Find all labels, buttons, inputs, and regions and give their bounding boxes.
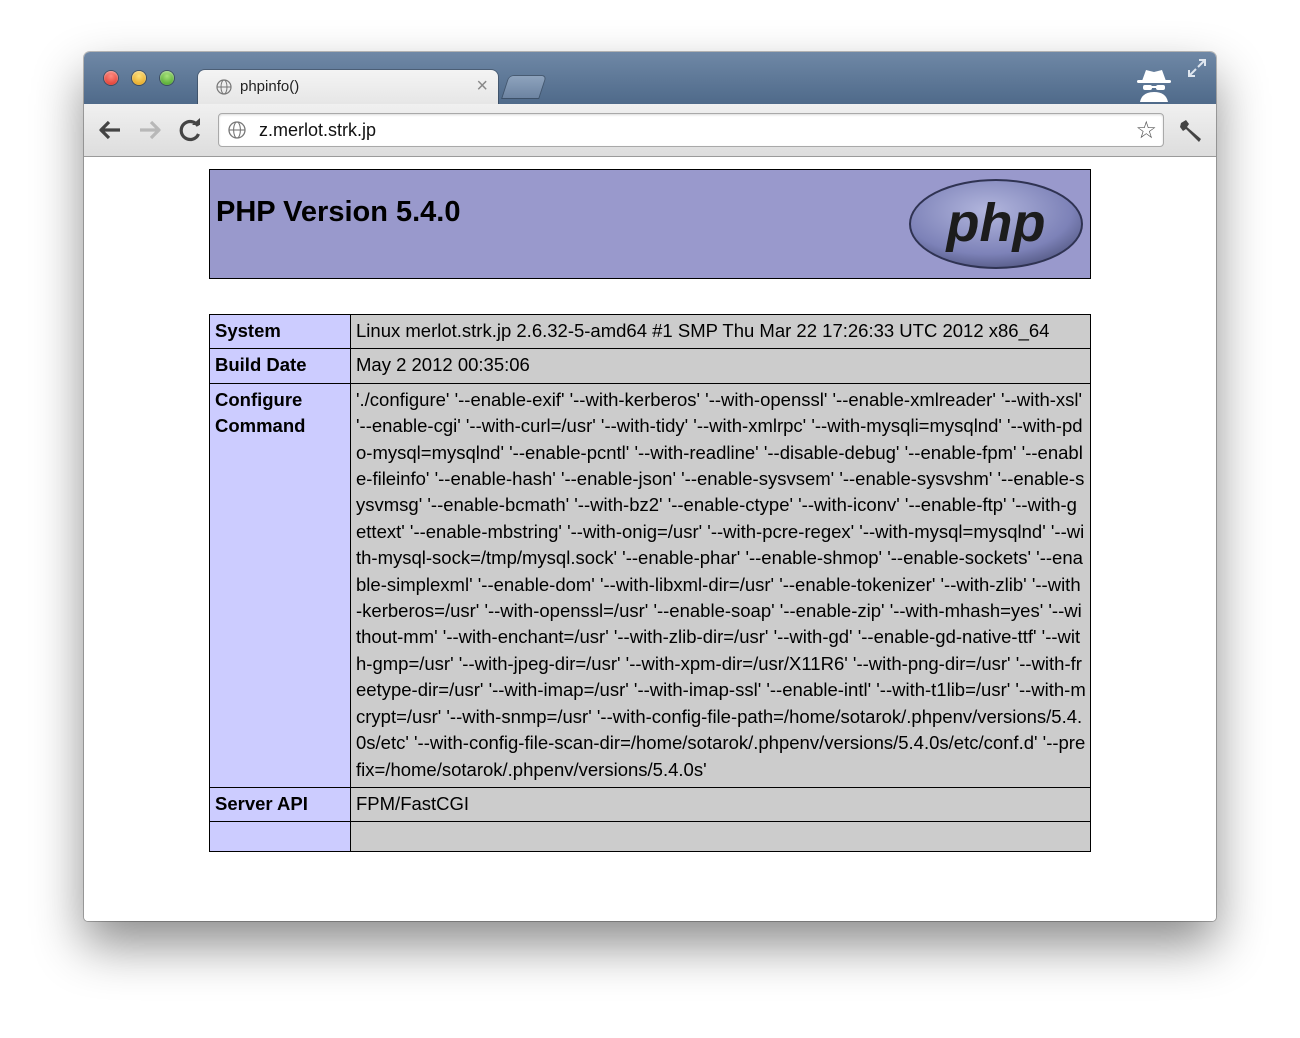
row-label: Server API [209, 786, 351, 823]
tab-phpinfo[interactable]: phpinfo() × [198, 70, 498, 104]
table-row: Configure Command './configure' '--enabl… [209, 382, 1091, 788]
globe-icon [228, 121, 246, 139]
back-button[interactable] [96, 116, 124, 144]
incognito-icon [1137, 70, 1171, 102]
bookmark-star-icon[interactable]: ☆ [1135, 116, 1157, 145]
tab-title: phpinfo() [240, 78, 300, 95]
table-row [209, 821, 1091, 853]
forward-button[interactable] [136, 116, 164, 144]
row-label: System [209, 313, 351, 350]
row-value: './configure' '--enable-exif' '--with-ke… [350, 382, 1091, 788]
php-logo: php [909, 179, 1083, 269]
table-row: Build Date May 2 2012 00:35:06 [209, 348, 1091, 384]
address-bar[interactable]: z.merlot.strk.jp ☆ [218, 113, 1164, 147]
row-label [209, 821, 351, 853]
title-bar: phpinfo() × [84, 52, 1216, 104]
row-value: Linux merlot.strk.jp 2.6.32-5-amd64 #1 S… [350, 313, 1091, 350]
url-text[interactable]: z.merlot.strk.jp [259, 120, 376, 141]
table-row: Server API FPM/FastCGI [209, 786, 1091, 823]
page-content: PHP Version 5.4.0 php System Linux merlo… [84, 157, 1216, 921]
wrench-icon[interactable] [1178, 118, 1204, 144]
row-value: FPM/FastCGI [350, 786, 1091, 823]
tab-close-icon[interactable]: × [476, 75, 488, 98]
table-row: System Linux merlot.strk.jp 2.6.32-5-amd… [209, 313, 1091, 350]
minimize-window-button[interactable] [132, 71, 146, 85]
globe-icon [216, 79, 232, 95]
row-value [350, 821, 1091, 853]
new-tab-button[interactable] [502, 76, 546, 98]
row-label: Configure Command [209, 382, 351, 788]
info-table: System Linux merlot.strk.jp 2.6.32-5-amd… [209, 313, 1091, 853]
zoom-window-button[interactable] [160, 71, 174, 85]
row-label: Build Date [209, 348, 351, 384]
browser-window: phpinfo() × z.merlot.strk.jp ☆ PHP Versi… [84, 52, 1216, 921]
fullscreen-icon[interactable] [1186, 57, 1208, 79]
php-header: PHP Version 5.4.0 php [209, 169, 1091, 279]
reload-button[interactable] [176, 116, 204, 144]
page-title: PHP Version 5.4.0 [216, 196, 461, 228]
toolbar: z.merlot.strk.jp ☆ [84, 104, 1216, 157]
row-value: May 2 2012 00:35:06 [350, 348, 1091, 384]
php-logo-text: php [945, 193, 1046, 253]
close-window-button[interactable] [104, 71, 118, 85]
